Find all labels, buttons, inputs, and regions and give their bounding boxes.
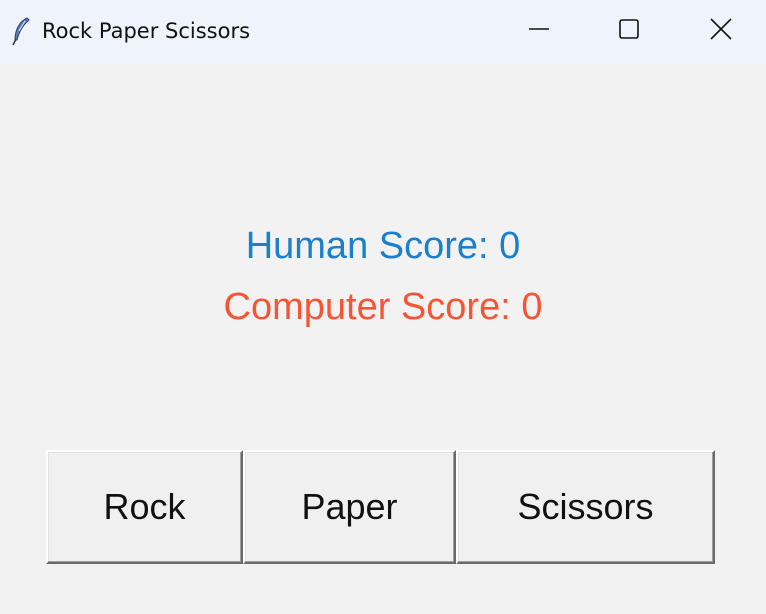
close-button[interactable]	[675, 0, 766, 62]
maximize-icon	[618, 18, 640, 45]
choice-buttons: Rock Paper Scissors	[46, 450, 715, 564]
rock-button[interactable]: Rock	[46, 450, 243, 564]
feather-icon	[10, 16, 32, 46]
minimize-button[interactable]	[493, 0, 585, 62]
game-area: Human Score: 0 Computer Score: 0 Rock Pa…	[0, 62, 766, 614]
human-score-label: Human Score: 0	[245, 225, 521, 267]
title-bar[interactable]: Rock Paper Scissors	[0, 0, 766, 62]
close-icon	[710, 17, 732, 45]
minimize-icon	[528, 18, 550, 45]
computer-score-label: Computer Score: 0	[223, 286, 543, 328]
window-title: Rock Paper Scissors	[42, 19, 251, 43]
app-window: Rock Paper Scissors Human Score: 0 Compu…	[0, 0, 766, 614]
paper-button[interactable]: Paper	[243, 450, 456, 564]
scissors-button[interactable]: Scissors	[456, 450, 715, 564]
maximize-button[interactable]	[583, 0, 675, 62]
